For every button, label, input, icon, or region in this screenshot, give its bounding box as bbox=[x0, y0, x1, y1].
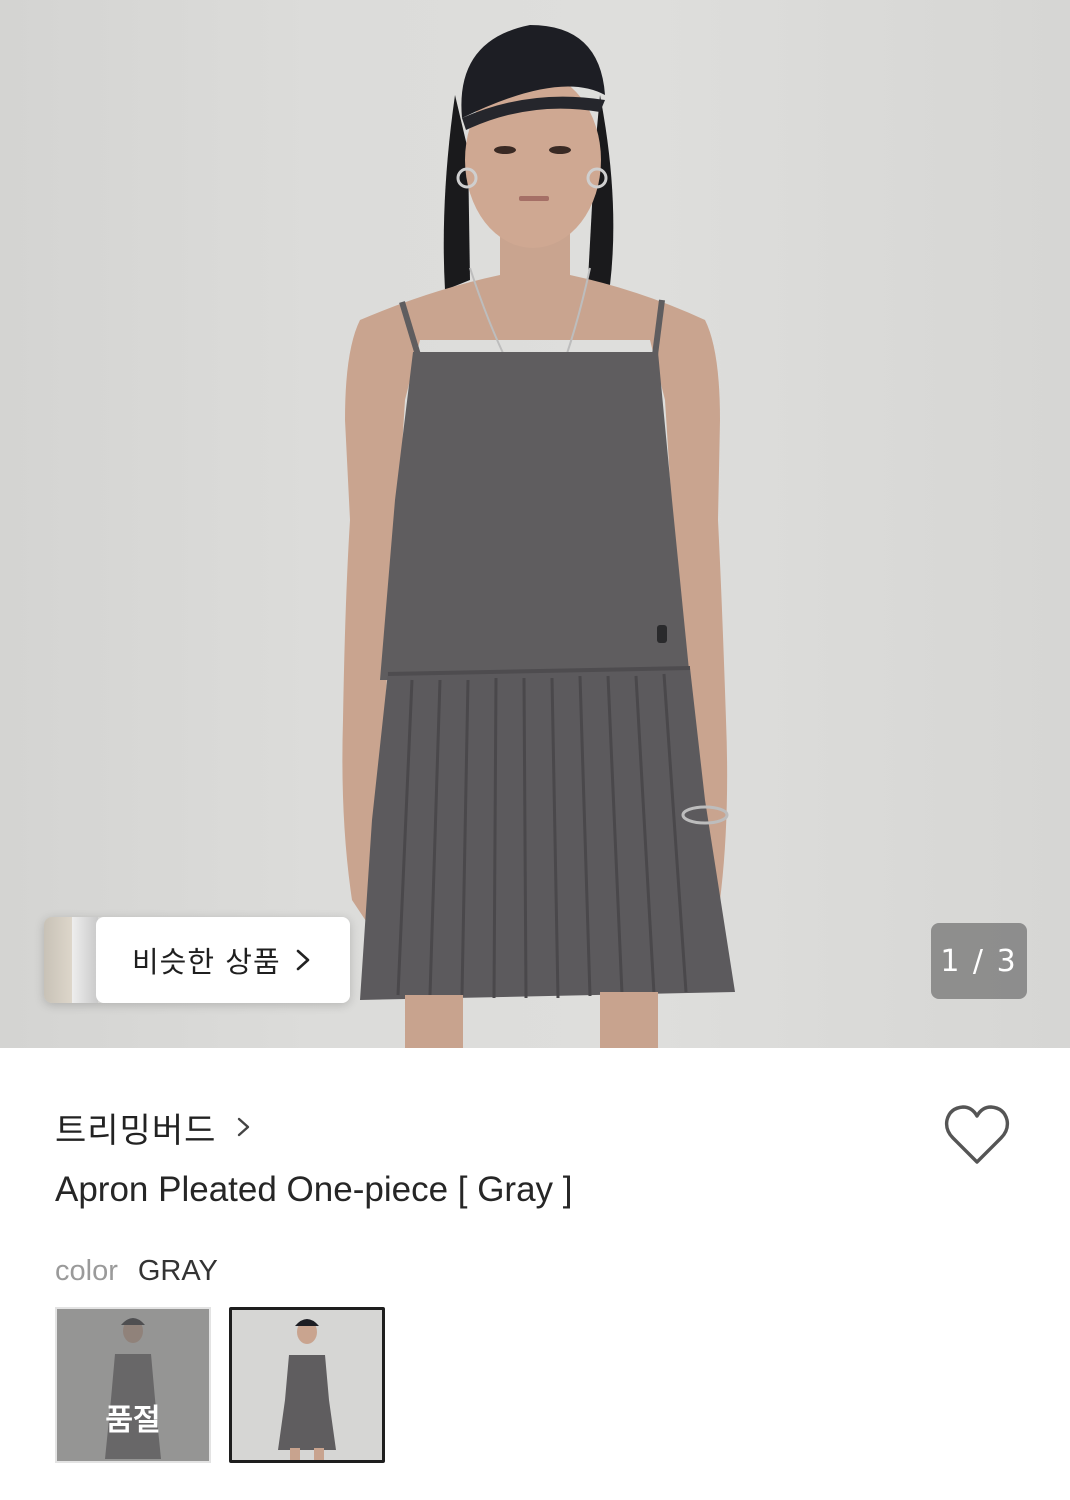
similar-products-thumbnails bbox=[44, 917, 98, 1003]
color-label: color bbox=[55, 1255, 118, 1287]
color-option-row: color GRAY bbox=[55, 1255, 218, 1288]
product-title: Apron Pleated One-piece [ Gray ] bbox=[55, 1170, 573, 1209]
similar-products-label-box: 비슷한 상품 bbox=[96, 917, 350, 1003]
heart-icon[interactable] bbox=[944, 1104, 1010, 1166]
similar-products-label: 비슷한 상품 bbox=[132, 945, 281, 979]
product-image-gallery[interactable]: 비슷한 상품 1 / 3 bbox=[0, 0, 1070, 1048]
swatch-thumbnail bbox=[232, 1310, 382, 1460]
brand-name: 트리밍버드 bbox=[55, 1110, 217, 1151]
chevron-right-icon bbox=[238, 1117, 250, 1137]
brand-link[interactable]: 트리밍버드 bbox=[55, 1103, 252, 1151]
chevron-right-icon bbox=[296, 949, 309, 971]
image-counter: 1 / 3 bbox=[931, 923, 1027, 999]
similar-products-button[interactable]: 비슷한 상품 bbox=[44, 917, 350, 1003]
color-swatch-selected[interactable] bbox=[229, 1307, 385, 1463]
color-swatch-soldout[interactable]: 품절 bbox=[55, 1307, 211, 1463]
soldout-badge: 품절 bbox=[105, 1403, 161, 1438]
product-photo bbox=[342, 25, 735, 1048]
color-value: GRAY bbox=[137, 1255, 218, 1287]
